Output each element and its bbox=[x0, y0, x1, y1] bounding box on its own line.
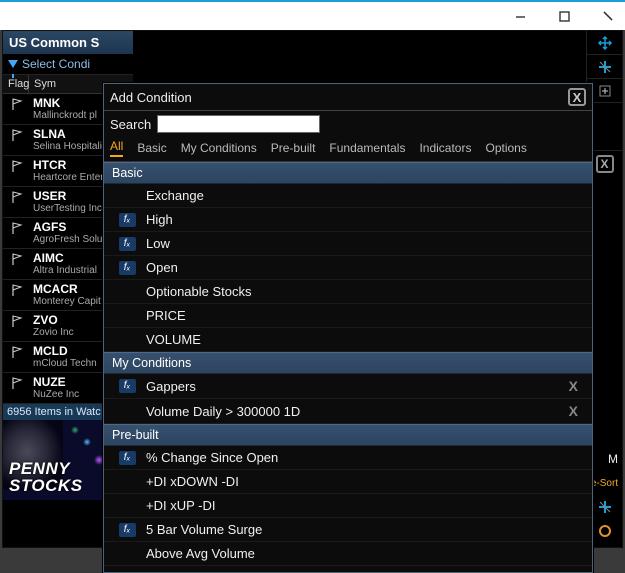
no-icon bbox=[118, 309, 136, 323]
no-icon bbox=[118, 333, 136, 347]
condition-label: High bbox=[146, 212, 584, 227]
window-minimize-button[interactable] bbox=[507, 5, 533, 27]
tab-all[interactable]: All bbox=[110, 137, 123, 157]
tab-pre-built[interactable]: Pre-built bbox=[271, 139, 316, 157]
search-input[interactable] bbox=[157, 115, 320, 133]
no-icon bbox=[118, 189, 136, 203]
no-icon bbox=[118, 404, 136, 418]
condition-item[interactable]: Open bbox=[104, 256, 592, 280]
condition-label: Gappers bbox=[146, 379, 553, 394]
fx-icon bbox=[118, 261, 136, 275]
flag-icon[interactable] bbox=[3, 94, 29, 111]
fx-icon bbox=[118, 379, 136, 393]
section-header[interactable]: My Conditions bbox=[104, 352, 592, 374]
no-icon bbox=[118, 475, 136, 489]
condition-item[interactable]: Volume Daily > 300000 1D X bbox=[104, 399, 592, 424]
fx-icon bbox=[118, 523, 136, 537]
condition-item[interactable]: Exchange bbox=[104, 184, 592, 208]
condition-label: Low bbox=[146, 236, 584, 251]
fx-icon bbox=[118, 451, 136, 465]
condition-label: Open bbox=[146, 260, 584, 275]
flag-icon[interactable] bbox=[3, 249, 29, 266]
column-flag-header[interactable]: Flag bbox=[3, 75, 29, 93]
remove-condition-button[interactable]: X bbox=[563, 403, 584, 419]
flag-icon[interactable] bbox=[3, 311, 29, 328]
dialog-close-button[interactable]: X bbox=[568, 88, 586, 106]
condition-label: Optionable Stocks bbox=[146, 284, 584, 299]
condition-label: VOLUME bbox=[146, 332, 584, 347]
window-titlebar bbox=[0, 0, 625, 30]
tab-fundamentals[interactable]: Fundamentals bbox=[329, 139, 405, 157]
condition-item[interactable]: % Change Since Open bbox=[104, 446, 592, 470]
fx-icon bbox=[118, 237, 136, 251]
no-icon bbox=[118, 499, 136, 513]
condition-label: Volume Daily > 300000 1D bbox=[146, 404, 553, 419]
tab-indicators[interactable]: Indicators bbox=[419, 139, 471, 157]
dialog-titlebar[interactable]: Add Condition X bbox=[104, 84, 592, 111]
dialog-search-row: Search bbox=[104, 111, 592, 137]
condition-label: Exchange bbox=[146, 188, 584, 203]
watchlist-filter-row[interactable]: Select Condi bbox=[3, 54, 133, 75]
window-close-button[interactable] bbox=[595, 5, 621, 27]
condition-item[interactable]: High bbox=[104, 208, 592, 232]
section-header[interactable]: Pre-built bbox=[104, 424, 592, 446]
banner-line2: STOCKS bbox=[9, 476, 83, 495]
no-icon bbox=[118, 285, 136, 299]
condition-item[interactable]: 5 Bar Volume Surge bbox=[104, 518, 592, 542]
condition-label: % Change Since Open bbox=[146, 450, 584, 465]
condition-label: Above Avg Volume bbox=[146, 546, 584, 561]
flag-icon[interactable] bbox=[3, 373, 29, 390]
condition-item[interactable]: Above Avg Volume bbox=[104, 542, 592, 566]
condition-label: PRICE bbox=[146, 308, 584, 323]
flag-icon[interactable] bbox=[3, 218, 29, 235]
tab-my-conditions[interactable]: My Conditions bbox=[181, 139, 257, 157]
watchlist-filter-label: Select Condi bbox=[22, 57, 90, 71]
fx-icon bbox=[118, 213, 136, 227]
condition-item[interactable]: Gappers X bbox=[104, 374, 592, 399]
watchlist-title: US Common S bbox=[3, 31, 133, 54]
tab-options[interactable]: Options bbox=[485, 139, 526, 157]
remove-condition-button[interactable]: X bbox=[563, 378, 584, 394]
side-close-box[interactable]: X bbox=[596, 155, 614, 173]
flag-icon[interactable] bbox=[3, 156, 29, 173]
window-maximize-button[interactable] bbox=[551, 5, 577, 27]
section-header[interactable]: Basic bbox=[104, 162, 592, 184]
no-icon bbox=[118, 547, 136, 561]
flag-icon[interactable] bbox=[3, 125, 29, 142]
condition-item[interactable]: VOLUME bbox=[104, 328, 592, 352]
side-cross-icon[interactable] bbox=[587, 55, 622, 79]
condition-label: 5 Bar Volume Surge bbox=[146, 522, 584, 537]
condition-item[interactable]: Optionable Stocks bbox=[104, 280, 592, 304]
condition-label: +DI xUP -DI bbox=[146, 498, 584, 513]
dialog-title: Add Condition bbox=[110, 90, 192, 105]
condition-item[interactable]: PRICE bbox=[104, 304, 592, 328]
condition-list[interactable]: Basic Exchange High Low Open Optionable Stock… bbox=[104, 162, 592, 572]
flag-icon[interactable] bbox=[3, 187, 29, 204]
condition-label: +DI xDOWN -DI bbox=[146, 474, 584, 489]
flag-icon[interactable] bbox=[3, 280, 29, 297]
tab-basic[interactable]: Basic bbox=[137, 139, 166, 157]
move-icon[interactable] bbox=[587, 31, 622, 55]
condition-item[interactable]: +DI xUP -DI bbox=[104, 494, 592, 518]
condition-item[interactable]: +DI xDOWN -DI bbox=[104, 470, 592, 494]
funnel-icon bbox=[8, 60, 18, 68]
app-area: US Common S Select Condi Flag Sym MNKMal… bbox=[2, 30, 623, 548]
condition-item[interactable]: Low bbox=[104, 232, 592, 256]
search-label: Search bbox=[110, 117, 151, 132]
flag-icon[interactable] bbox=[3, 342, 29, 359]
dialog-tabs: All Basic My Conditions Pre-built Fundamenta… bbox=[104, 137, 592, 162]
add-condition-dialog: Add Condition X Search All Basic My Condit… bbox=[103, 83, 593, 573]
